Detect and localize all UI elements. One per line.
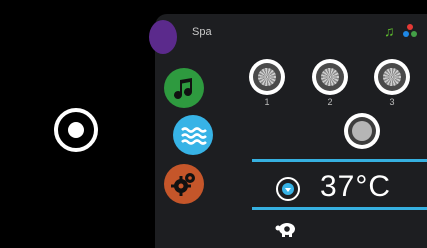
target-icon bbox=[68, 122, 84, 138]
jet-icon bbox=[383, 68, 401, 86]
sidebar-item-purple[interactable] bbox=[149, 20, 177, 54]
left-panel bbox=[0, 0, 155, 248]
temperature-value: 37°C bbox=[320, 170, 392, 203]
sidebar-item-music[interactable] bbox=[164, 68, 204, 108]
music-note-icon[interactable]: ♫ bbox=[384, 23, 395, 39]
temperature-down-button[interactable] bbox=[276, 177, 300, 201]
sidebar-item-settings[interactable] bbox=[164, 164, 204, 204]
jet-button-3[interactable] bbox=[374, 59, 410, 95]
gears-icon bbox=[171, 173, 195, 196]
waves-icon bbox=[181, 127, 207, 145]
color-dots-icon[interactable] bbox=[403, 24, 417, 38]
jet-icon bbox=[258, 68, 276, 86]
jet-label: 3 bbox=[389, 97, 395, 107]
chevron-down-icon bbox=[282, 183, 294, 195]
piggy-bank-icon[interactable] bbox=[275, 220, 297, 238]
divider bbox=[252, 159, 427, 162]
jet-label: 1 bbox=[264, 97, 270, 107]
light-icon bbox=[352, 121, 372, 141]
jet-icon bbox=[321, 68, 339, 86]
spa-panel: Spa ♫ 1 2 3 37°C bbox=[149, 14, 427, 248]
home-button[interactable] bbox=[54, 108, 98, 152]
jet-button-1[interactable] bbox=[249, 59, 285, 95]
jet-button-2[interactable] bbox=[312, 59, 348, 95]
jet-label: 2 bbox=[327, 97, 333, 107]
page-title: Spa bbox=[192, 26, 212, 38]
light-button[interactable] bbox=[344, 113, 380, 149]
divider bbox=[252, 207, 427, 210]
music-icon bbox=[174, 78, 192, 99]
sidebar-item-waves[interactable] bbox=[173, 115, 213, 155]
